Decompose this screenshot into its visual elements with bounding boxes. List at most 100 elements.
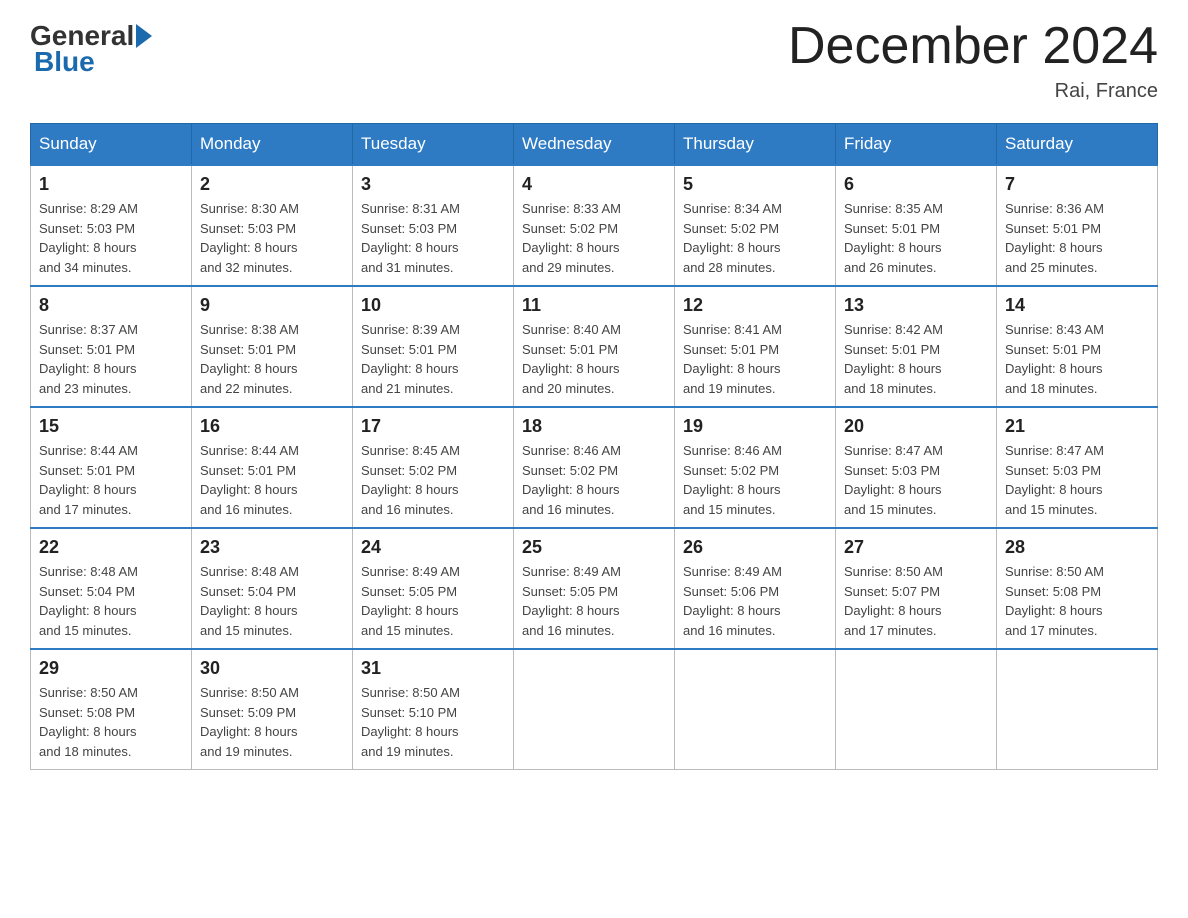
day-info: Sunrise: 8:30 AMSunset: 5:03 PMDaylight:…	[200, 199, 344, 277]
day-number: 7	[1005, 174, 1149, 195]
calendar-day-cell: 7 Sunrise: 8:36 AMSunset: 5:01 PMDaylight…	[997, 165, 1158, 286]
day-number: 14	[1005, 295, 1149, 316]
calendar-day-cell	[836, 649, 997, 770]
location-text: Rai, France	[788, 80, 1158, 103]
logo: General Blue	[30, 20, 154, 78]
calendar-day-cell	[514, 649, 675, 770]
calendar-day-cell: 14 Sunrise: 8:43 AMSunset: 5:01 PMDayligh…	[997, 286, 1158, 407]
calendar-day-cell: 8 Sunrise: 8:37 AMSunset: 5:01 PMDaylight…	[31, 286, 192, 407]
day-info: Sunrise: 8:29 AMSunset: 5:03 PMDaylight:…	[39, 199, 183, 277]
day-info: Sunrise: 8:50 AMSunset: 5:08 PMDaylight:…	[39, 683, 183, 761]
day-number: 21	[1005, 416, 1149, 437]
calendar-day-cell: 25 Sunrise: 8:49 AMSunset: 5:05 PMDayligh…	[514, 528, 675, 649]
calendar-day-cell: 30Sunrise: 8:50 AMSunset: 5:09 PMDayligh…	[192, 649, 353, 770]
day-number: 24	[361, 537, 505, 558]
logo-blue-text: Blue	[34, 46, 95, 77]
day-info: Sunrise: 8:33 AMSunset: 5:02 PMDaylight:…	[522, 199, 666, 277]
day-info: Sunrise: 8:42 AMSunset: 5:01 PMDaylight:…	[844, 320, 988, 398]
day-info: Sunrise: 8:41 AMSunset: 5:01 PMDaylight:…	[683, 320, 827, 398]
day-info: Sunrise: 8:49 AMSunset: 5:05 PMDaylight:…	[522, 562, 666, 640]
day-number: 12	[683, 295, 827, 316]
calendar-day-cell: 20Sunrise: 8:47 AMSunset: 5:03 PMDayligh…	[836, 407, 997, 528]
day-number: 13	[844, 295, 988, 316]
calendar-week-row: 8 Sunrise: 8:37 AMSunset: 5:01 PMDaylight…	[31, 286, 1158, 407]
calendar-day-cell: 5 Sunrise: 8:34 AMSunset: 5:02 PMDaylight…	[675, 165, 836, 286]
day-info: Sunrise: 8:45 AMSunset: 5:02 PMDaylight:…	[361, 441, 505, 519]
day-number: 15	[39, 416, 183, 437]
calendar-header-thursday: Thursday	[675, 124, 836, 166]
day-number: 8	[39, 295, 183, 316]
calendar-header-sunday: Sunday	[31, 124, 192, 166]
day-info: Sunrise: 8:36 AMSunset: 5:01 PMDaylight:…	[1005, 199, 1149, 277]
calendar-week-row: 15 Sunrise: 8:44 AMSunset: 5:01 PMDayligh…	[31, 407, 1158, 528]
day-info: Sunrise: 8:44 AMSunset: 5:01 PMDaylight:…	[39, 441, 183, 519]
day-number: 18	[522, 416, 666, 437]
day-number: 19	[683, 416, 827, 437]
calendar-week-row: 1 Sunrise: 8:29 AMSunset: 5:03 PMDaylight…	[31, 165, 1158, 286]
calendar-week-row: 22 Sunrise: 8:48 AMSunset: 5:04 PMDayligh…	[31, 528, 1158, 649]
day-number: 1	[39, 174, 183, 195]
page-header: General Blue December 2024 Rai, France	[30, 20, 1158, 103]
calendar-header-wednesday: Wednesday	[514, 124, 675, 166]
calendar-day-cell: 11 Sunrise: 8:40 AMSunset: 5:01 PMDayligh…	[514, 286, 675, 407]
calendar-day-cell: 24Sunrise: 8:49 AMSunset: 5:05 PMDayligh…	[353, 528, 514, 649]
day-number: 29	[39, 658, 183, 679]
day-number: 9	[200, 295, 344, 316]
calendar-day-cell: 26Sunrise: 8:49 AMSunset: 5:06 PMDayligh…	[675, 528, 836, 649]
calendar-day-cell: 17 Sunrise: 8:45 AMSunset: 5:02 PMDayligh…	[353, 407, 514, 528]
day-info: Sunrise: 8:34 AMSunset: 5:02 PMDaylight:…	[683, 199, 827, 277]
calendar-day-cell	[997, 649, 1158, 770]
calendar-header-tuesday: Tuesday	[353, 124, 514, 166]
calendar-day-cell: 12 Sunrise: 8:41 AMSunset: 5:01 PMDayligh…	[675, 286, 836, 407]
calendar-day-cell: 9Sunrise: 8:38 AMSunset: 5:01 PMDaylight…	[192, 286, 353, 407]
calendar-week-row: 29 Sunrise: 8:50 AMSunset: 5:08 PMDayligh…	[31, 649, 1158, 770]
day-number: 30	[200, 658, 344, 679]
calendar-day-cell: 2 Sunrise: 8:30 AMSunset: 5:03 PMDaylight…	[192, 165, 353, 286]
day-info: Sunrise: 8:47 AMSunset: 5:03 PMDaylight:…	[1005, 441, 1149, 519]
day-number: 11	[522, 295, 666, 316]
calendar-header-row: SundayMondayTuesdayWednesdayThursdayFrid…	[31, 124, 1158, 166]
calendar-day-cell: 4 Sunrise: 8:33 AMSunset: 5:02 PMDaylight…	[514, 165, 675, 286]
calendar-day-cell: 23Sunrise: 8:48 AMSunset: 5:04 PMDayligh…	[192, 528, 353, 649]
day-number: 4	[522, 174, 666, 195]
day-info: Sunrise: 8:31 AMSunset: 5:03 PMDaylight:…	[361, 199, 505, 277]
calendar-day-cell: 13 Sunrise: 8:42 AMSunset: 5:01 PMDayligh…	[836, 286, 997, 407]
calendar-day-cell: 18 Sunrise: 8:46 AMSunset: 5:02 PMDayligh…	[514, 407, 675, 528]
day-info: Sunrise: 8:50 AMSunset: 5:07 PMDaylight:…	[844, 562, 988, 640]
calendar-day-cell: 27Sunrise: 8:50 AMSunset: 5:07 PMDayligh…	[836, 528, 997, 649]
logo-arrow-icon	[136, 24, 152, 48]
day-number: 22	[39, 537, 183, 558]
calendar-day-cell: 6Sunrise: 8:35 AMSunset: 5:01 PMDaylight…	[836, 165, 997, 286]
day-number: 5	[683, 174, 827, 195]
calendar-day-cell: 3 Sunrise: 8:31 AMSunset: 5:03 PMDaylight…	[353, 165, 514, 286]
day-info: Sunrise: 8:43 AMSunset: 5:01 PMDaylight:…	[1005, 320, 1149, 398]
calendar-day-cell: 21 Sunrise: 8:47 AMSunset: 5:03 PMDayligh…	[997, 407, 1158, 528]
calendar-day-cell	[675, 649, 836, 770]
day-info: Sunrise: 8:47 AMSunset: 5:03 PMDaylight:…	[844, 441, 988, 519]
month-title: December 2024	[788, 20, 1158, 72]
calendar-day-cell: 19Sunrise: 8:46 AMSunset: 5:02 PMDayligh…	[675, 407, 836, 528]
day-info: Sunrise: 8:40 AMSunset: 5:01 PMDaylight:…	[522, 320, 666, 398]
day-number: 26	[683, 537, 827, 558]
day-number: 10	[361, 295, 505, 316]
day-number: 6	[844, 174, 988, 195]
calendar-header-monday: Monday	[192, 124, 353, 166]
day-number: 2	[200, 174, 344, 195]
day-number: 25	[522, 537, 666, 558]
day-info: Sunrise: 8:48 AMSunset: 5:04 PMDaylight:…	[39, 562, 183, 640]
day-info: Sunrise: 8:37 AMSunset: 5:01 PMDaylight:…	[39, 320, 183, 398]
calendar-header-saturday: Saturday	[997, 124, 1158, 166]
calendar-day-cell: 28Sunrise: 8:50 AMSunset: 5:08 PMDayligh…	[997, 528, 1158, 649]
day-number: 31	[361, 658, 505, 679]
day-number: 17	[361, 416, 505, 437]
calendar-table: SundayMondayTuesdayWednesdayThursdayFrid…	[30, 123, 1158, 770]
day-number: 3	[361, 174, 505, 195]
calendar-day-cell: 16 Sunrise: 8:44 AMSunset: 5:01 PMDayligh…	[192, 407, 353, 528]
day-info: Sunrise: 8:39 AMSunset: 5:01 PMDaylight:…	[361, 320, 505, 398]
day-info: Sunrise: 8:50 AMSunset: 5:10 PMDaylight:…	[361, 683, 505, 761]
day-info: Sunrise: 8:44 AMSunset: 5:01 PMDaylight:…	[200, 441, 344, 519]
calendar-day-cell: 1 Sunrise: 8:29 AMSunset: 5:03 PMDaylight…	[31, 165, 192, 286]
calendar-day-cell: 10 Sunrise: 8:39 AMSunset: 5:01 PMDayligh…	[353, 286, 514, 407]
day-number: 16	[200, 416, 344, 437]
day-info: Sunrise: 8:46 AMSunset: 5:02 PMDaylight:…	[522, 441, 666, 519]
